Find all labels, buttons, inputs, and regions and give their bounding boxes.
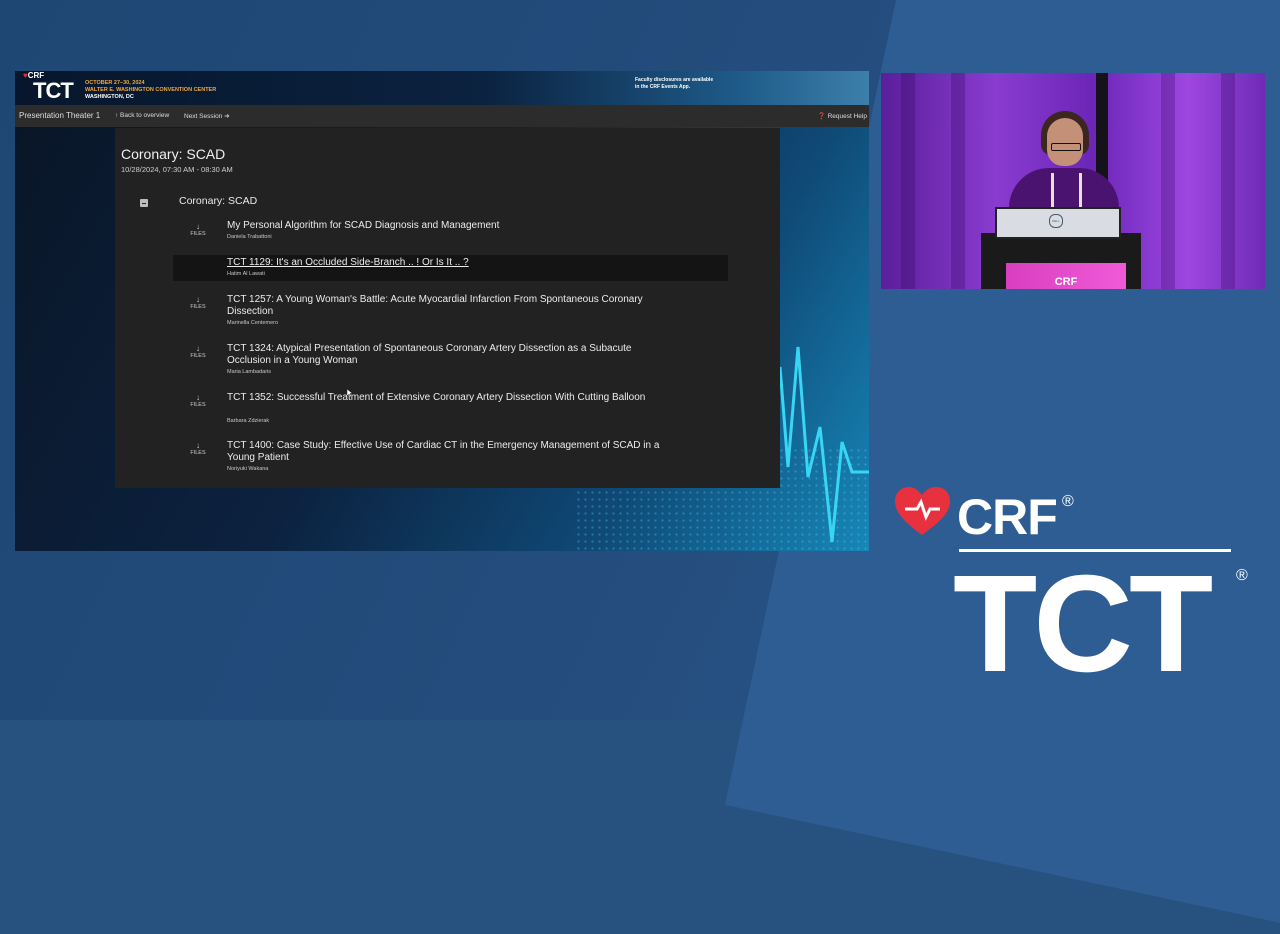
download-icon: ↓ bbox=[196, 295, 200, 304]
talk-title[interactable]: TCT 1400: Case Study: Effective Use of C… bbox=[227, 440, 667, 464]
talk-title[interactable]: TCT 1257: A Young Woman's Battle: Acute … bbox=[227, 294, 667, 318]
session-panel: Coronary: SCAD 10/28/2024, 07:30 AM - 08… bbox=[115, 128, 780, 488]
registered-mark: ® bbox=[1236, 567, 1248, 584]
files-button[interactable]: ↓ FILES bbox=[173, 295, 223, 311]
ekg-line-graphic bbox=[780, 346, 869, 543]
brand-tct-text: TCT bbox=[953, 547, 1213, 701]
files-button[interactable]: ↓ FILES bbox=[173, 344, 223, 360]
speaker-head bbox=[1047, 118, 1083, 166]
talk-speaker: Hatim Al Lawati bbox=[227, 271, 265, 277]
talk-speaker: Maria Lambadaris bbox=[227, 369, 272, 375]
section-title: Coronary: SCAD bbox=[179, 195, 258, 207]
session-title: Coronary: SCAD bbox=[121, 146, 226, 162]
tct-logo-small: TCT bbox=[33, 78, 74, 103]
download-icon: ↓ bbox=[196, 222, 200, 231]
files-button[interactable]: ↓ FILES bbox=[173, 222, 223, 238]
talk-title[interactable]: TCT 1324: Atypical Presentation of Spont… bbox=[227, 343, 667, 367]
event-venue: WALTER E. WASHINGTON CONVENTION CENTER bbox=[85, 87, 217, 93]
podium-sign: CRF bbox=[1006, 263, 1126, 289]
presentation-screen: ♥CRF TCT OCTOBER 27–30, 2024 WALTER E. W… bbox=[15, 71, 869, 551]
talk-item[interactable]: ↓ FILES My Personal Algorithm for SCAD Di… bbox=[173, 219, 728, 247]
talk-title[interactable]: My Personal Algorithm for SCAD Diagnosis… bbox=[227, 220, 667, 232]
download-icon: ↓ bbox=[196, 441, 200, 450]
talk-speaker: Noriyuki Wakana bbox=[227, 466, 269, 472]
speaker-camera-feed: DELL CRF bbox=[881, 73, 1265, 289]
event-info: OCTOBER 27–30, 2024 WALTER E. WASHINGTON… bbox=[85, 80, 216, 101]
disclosure-note: Faculty disclosures are available in the… bbox=[635, 77, 755, 90]
glasses bbox=[1051, 143, 1081, 151]
curtain-fold bbox=[951, 73, 965, 289]
files-label: FILES bbox=[190, 450, 206, 456]
files-label: FILES bbox=[190, 353, 206, 359]
talk-item-selected[interactable]: TCT 1129: It's an Occluded Side-Branch .… bbox=[173, 255, 728, 281]
files-button[interactable]: ↓ FILES bbox=[173, 393, 223, 409]
files-label: FILES bbox=[190, 304, 206, 310]
dell-logo: DELL bbox=[1049, 214, 1063, 228]
event-dates: OCTOBER 27–30, 2024 bbox=[85, 80, 145, 86]
disclosure-line: in the CRF Events App. bbox=[635, 83, 691, 90]
talk-speaker: Barbara Zdzierak bbox=[227, 418, 270, 424]
request-help-link[interactable]: ❓ Request Help bbox=[818, 112, 867, 120]
nav-bar: Presentation Theater 1 ↑ Back to overvie… bbox=[15, 105, 869, 127]
event-banner: ♥CRF TCT OCTOBER 27–30, 2024 WALTER E. W… bbox=[15, 71, 869, 105]
theater-label: Presentation Theater 1 bbox=[19, 111, 101, 120]
back-to-overview-link[interactable]: ↑ Back to overview bbox=[115, 112, 169, 119]
talk-speaker: Daniela Trabattoni bbox=[227, 234, 272, 240]
brand-crf-text: CRF bbox=[957, 489, 1058, 545]
files-label: FILES bbox=[190, 402, 206, 408]
event-city: WASHINGTON, DC bbox=[85, 94, 134, 100]
crf-tct-logo: CRF ® TCT ® bbox=[895, 485, 1260, 695]
talk-item[interactable]: ↓ FILES TCT 1324: Atypical Presentation o… bbox=[173, 342, 728, 380]
curtain-fold bbox=[1161, 73, 1175, 289]
files-button[interactable]: ↓ FILES bbox=[173, 441, 223, 457]
lanyard bbox=[1051, 173, 1054, 207]
collapse-icon[interactable] bbox=[140, 199, 148, 207]
talk-item[interactable]: ↓ FILES TCT 1257: A Young Woman's Battle:… bbox=[173, 293, 728, 331]
talk-title[interactable]: TCT 1129: It's an Occluded Side-Branch .… bbox=[227, 257, 667, 269]
ekg-line bbox=[780, 346, 869, 543]
session-datetime: 10/28/2024, 07:30 AM - 08:30 AM bbox=[121, 165, 233, 174]
files-label: FILES bbox=[190, 231, 206, 237]
talk-title[interactable]: TCT 1352: Successful Treatment of Extens… bbox=[227, 392, 667, 404]
next-session-link[interactable]: Next Session ➔ bbox=[184, 112, 230, 120]
download-icon: ↓ bbox=[196, 344, 200, 353]
curtain-fold bbox=[901, 73, 915, 289]
curtain-fold bbox=[1221, 73, 1235, 289]
lanyard bbox=[1079, 173, 1082, 207]
mouse-pointer-icon bbox=[347, 389, 353, 397]
heart-logo-icon bbox=[895, 487, 950, 535]
download-icon: ↓ bbox=[196, 393, 200, 402]
talk-item[interactable]: ↓ FILES TCT 1352: Successful Treatment of… bbox=[173, 391, 728, 429]
registered-mark: ® bbox=[1062, 493, 1074, 510]
talk-speaker: Marinella Centemero bbox=[227, 320, 279, 326]
talk-item[interactable]: ↓ FILES TCT 1400: Case Study: Effective U… bbox=[173, 439, 728, 477]
